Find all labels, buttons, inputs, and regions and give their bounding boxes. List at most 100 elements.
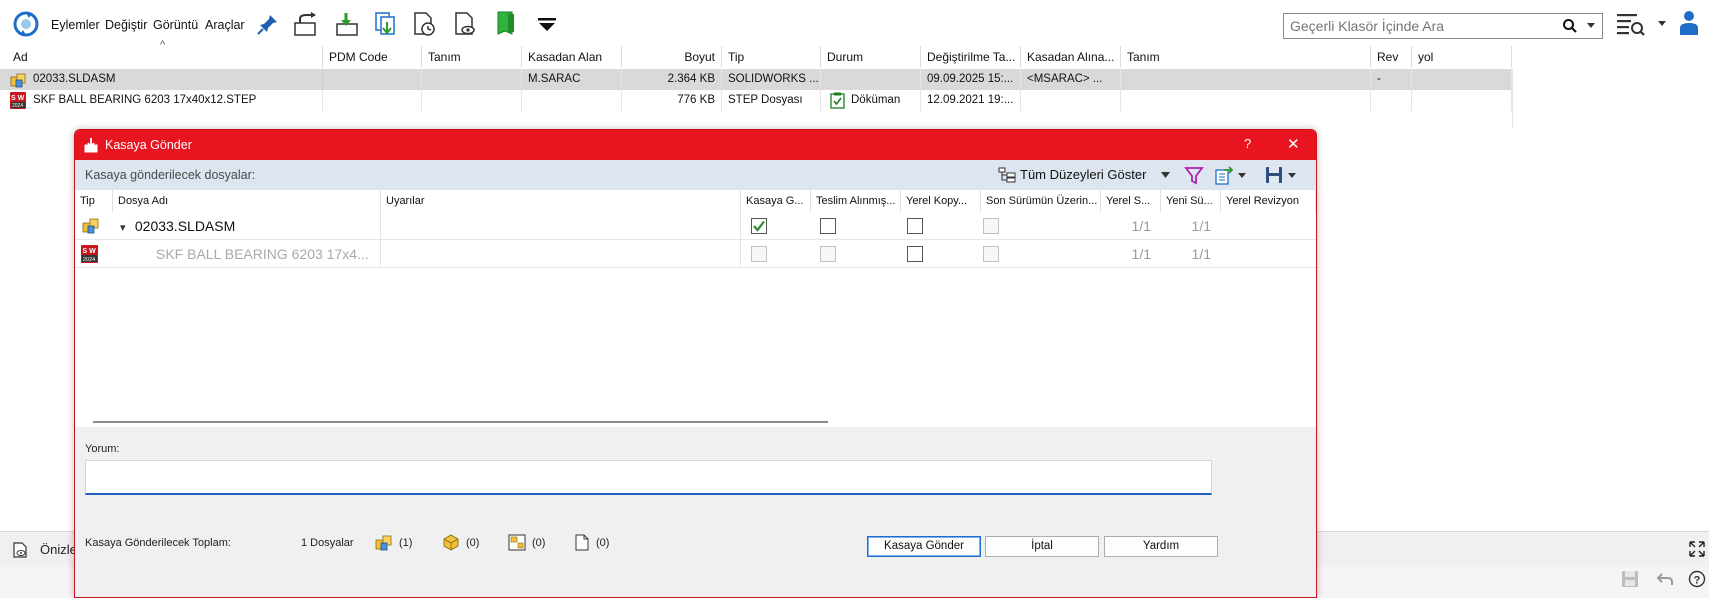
drawing-count: (0) <box>508 534 558 552</box>
check-in-submit-button[interactable]: Kasaya Gönder <box>867 536 981 557</box>
grid-file-name-text: SKF BALL BEARING 6203 17x4... <box>156 246 369 262</box>
file-description <box>422 69 522 90</box>
pin-icon[interactable] <box>254 10 282 38</box>
expand-icon[interactable] <box>1688 540 1706 558</box>
save-icon[interactable] <box>1621 570 1639 588</box>
menu-araclar[interactable]: Araçlar <box>205 18 245 32</box>
file-checked-out-by <box>522 90 622 111</box>
get-version-icon[interactable] <box>410 10 438 38</box>
document-icon <box>575 534 589 551</box>
undo-icon[interactable] <box>1656 570 1674 588</box>
search-dropdown-chevron-icon[interactable] <box>1586 22 1596 30</box>
keep-checked-out-checkbox[interactable] <box>820 218 836 234</box>
check-in-checkbox[interactable] <box>751 218 767 234</box>
new-version: 1/1 <box>1191 218 1211 234</box>
file-row[interactable]: 02033.SLDASM M.SARAC 2.364 KB SOLIDWORKS… <box>0 69 1512 90</box>
col-header-ad[interactable]: Ad <box>7 46 323 68</box>
grid-col-dosya-adi[interactable]: Dosya Adı <box>113 190 381 212</box>
remove-local-copy-checkbox[interactable] <box>907 246 923 262</box>
keep-checked-out-checkbox[interactable] <box>820 246 836 262</box>
refresh-icon[interactable] <box>12 10 40 38</box>
col-header-boyut[interactable]: Boyut <box>622 46 722 68</box>
grid-cell-warnings <box>381 240 741 268</box>
file-count: 1 Dosyalar <box>301 537 354 549</box>
search-input[interactable] <box>1290 17 1552 35</box>
save-layout-chevron-icon[interactable] <box>1288 173 1296 179</box>
menu-goruntu[interactable]: Görüntü <box>153 18 198 32</box>
grid-cell-file-name: ▾ 02033.SLDASM <box>113 212 381 240</box>
col-header-tanim[interactable]: Tanım <box>422 46 522 68</box>
file-list-header: ^ Ad PDM Code Tanım Kasadan Alan Boyut T… <box>0 39 1512 68</box>
grid-col-yerel-revizyon[interactable]: Yerel Revizyon <box>1221 190 1316 212</box>
dialog-close-button[interactable]: ✕ <box>1287 135 1300 153</box>
filter-icon[interactable] <box>1184 165 1204 185</box>
grid-col-yerel-surum[interactable]: Yerel S... <box>1101 190 1161 212</box>
preview-file-icon[interactable] <box>451 10 479 38</box>
search-options-icon[interactable] <box>1616 11 1646 39</box>
check-in-file-grid: Tip Dosya Adı Uyarılar Kasaya G... Tesli… <box>75 190 1316 417</box>
grid-row[interactable]: ▾ 02033.SLDASM 1/1 1/1 <box>75 212 1316 240</box>
expand-chevron-icon[interactable]: ▾ <box>120 222 126 234</box>
file-path <box>1412 90 1512 111</box>
show-levels-dropdown[interactable]: Tüm Düzeyleri Göster <box>998 166 1183 184</box>
comment-input[interactable] <box>85 460 1212 495</box>
col-header-durum[interactable]: Durum <box>821 46 921 68</box>
dialog-title-bar[interactable]: Kasaya Gönder ? ✕ <box>75 130 1316 160</box>
dialog-help-button[interactable]: ? <box>1244 136 1251 151</box>
check-out-icon[interactable] <box>292 10 320 38</box>
green-document-icon[interactable] <box>492 10 520 38</box>
col-header-rev[interactable]: Rev <box>1371 46 1412 68</box>
col-header-kasadan-alan[interactable]: Kasadan Alan <box>522 46 622 68</box>
grid-col-tip[interactable]: Tip <box>75 190 113 212</box>
grid-horizontal-scrollbar[interactable] <box>75 417 1316 427</box>
cancel-button[interactable]: İptal <box>985 536 1099 557</box>
grid-col-son-surumun-uzerine[interactable]: Son Sürümün Üzerin... <box>981 190 1101 212</box>
help-icon[interactable]: ? <box>1688 570 1706 588</box>
check-in-checkbox[interactable] <box>751 246 767 262</box>
file-rev <box>1371 90 1412 111</box>
state-document-icon <box>830 92 845 109</box>
menu-degistir[interactable]: Değiştir <box>105 18 147 32</box>
grid-row[interactable]: S W 2024 SKF BALL BEARING 6203 17x4... 1… <box>75 240 1316 268</box>
grid-col-kasaya-gonder[interactable]: Kasaya G... <box>741 190 811 212</box>
preview-tab-label[interactable]: Önizle <box>40 542 77 557</box>
help-button[interactable]: Yardım <box>1104 536 1218 557</box>
search-icon[interactable] <box>1562 18 1578 34</box>
search-options-chevron-icon[interactable] <box>1657 20 1667 28</box>
user-icon[interactable] <box>1677 9 1701 37</box>
col-header-tip[interactable]: Tip <box>722 46 821 68</box>
col-header-kasadan-alinan-yer[interactable]: Kasadan Alına... <box>1021 46 1121 68</box>
export-icon[interactable] <box>1214 165 1234 185</box>
check-in-icon[interactable] <box>332 10 360 38</box>
menu-eylemler[interactable]: Eylemler <box>51 18 100 32</box>
preview-icon[interactable] <box>12 542 28 558</box>
file-checked-out-by: M.SARAC <box>522 69 622 90</box>
col-header-yol[interactable]: yol <box>1412 46 1512 68</box>
file-checked-out-in: <MSARAC> ... <box>1021 69 1121 90</box>
col-header-tanim-2[interactable]: Tanım <box>1121 46 1371 68</box>
assembly-icon <box>10 73 26 88</box>
assembly-icon <box>82 218 99 234</box>
save-layout-icon[interactable] <box>1264 165 1284 185</box>
remove-local-copy-checkbox[interactable] <box>907 218 923 234</box>
col-header-pdm-code[interactable]: PDM Code <box>323 46 422 68</box>
check-in-title-icon <box>84 138 98 153</box>
dropdown-triangle-icon[interactable] <box>533 10 561 38</box>
grid-cell-warnings <box>381 212 741 240</box>
grid-col-yeni-surum[interactable]: Yeni Sü... <box>1161 190 1221 212</box>
col-header-degistirilme-tarihi[interactable]: Değiştirilme Ta... <box>921 46 1021 68</box>
get-latest-icon[interactable] <box>372 10 400 38</box>
grid-col-yerel-kopya[interactable]: Yerel Kopy... <box>901 190 981 212</box>
grid-cell-file-name: SKF BALL BEARING 6203 17x4... <box>113 240 381 268</box>
file-size: 776 KB <box>622 90 722 111</box>
scrollbar-thumb[interactable] <box>93 421 828 423</box>
file-row[interactable]: S W 2024 SKF BALL BEARING 6203 17x40x12.… <box>0 90 1512 111</box>
assembly-count: (1) <box>375 534 425 552</box>
grid-col-uyarilar[interactable]: Uyarılar <box>381 190 741 212</box>
overwrite-latest-checkbox[interactable] <box>983 218 999 234</box>
overwrite-latest-checkbox[interactable] <box>983 246 999 262</box>
export-chevron-icon[interactable] <box>1238 173 1246 179</box>
grid-col-teslim-alinmis[interactable]: Teslim Alınmış... <box>811 190 901 212</box>
file-pdm-code <box>323 90 422 111</box>
step-file-icon: S W 2024 <box>10 92 26 109</box>
